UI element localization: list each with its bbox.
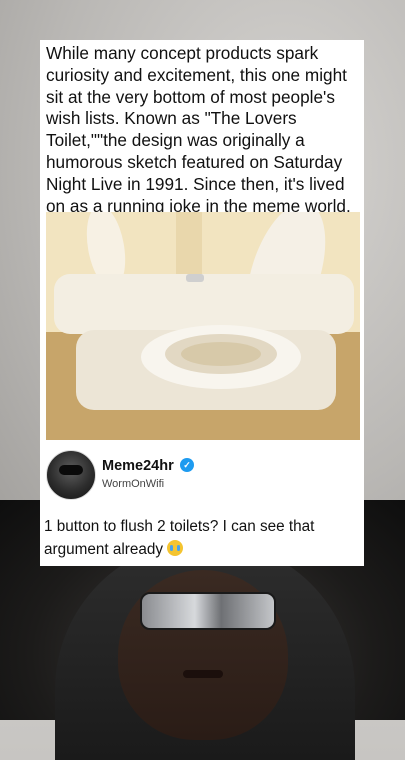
sunglasses bbox=[140, 592, 276, 630]
author-name[interactable]: Meme24hr bbox=[102, 458, 174, 474]
crying-face-emoji-icon bbox=[167, 540, 184, 556]
meme-card: While many concept products spark curios… bbox=[40, 40, 364, 566]
author-row: Meme24hr ✓ WormOnWifi bbox=[46, 450, 360, 506]
toilet-photo bbox=[46, 212, 360, 440]
person-mouth bbox=[183, 670, 223, 678]
verified-check-icon: ✓ bbox=[180, 458, 194, 472]
caption-text: While many concept products spark curios… bbox=[46, 43, 351, 216]
tweet-text: 1 button to flush 2 toilets? I can see t… bbox=[44, 515, 360, 561]
author-handle[interactable]: WormOnWifi bbox=[102, 478, 164, 490]
author-avatar[interactable] bbox=[46, 450, 96, 500]
